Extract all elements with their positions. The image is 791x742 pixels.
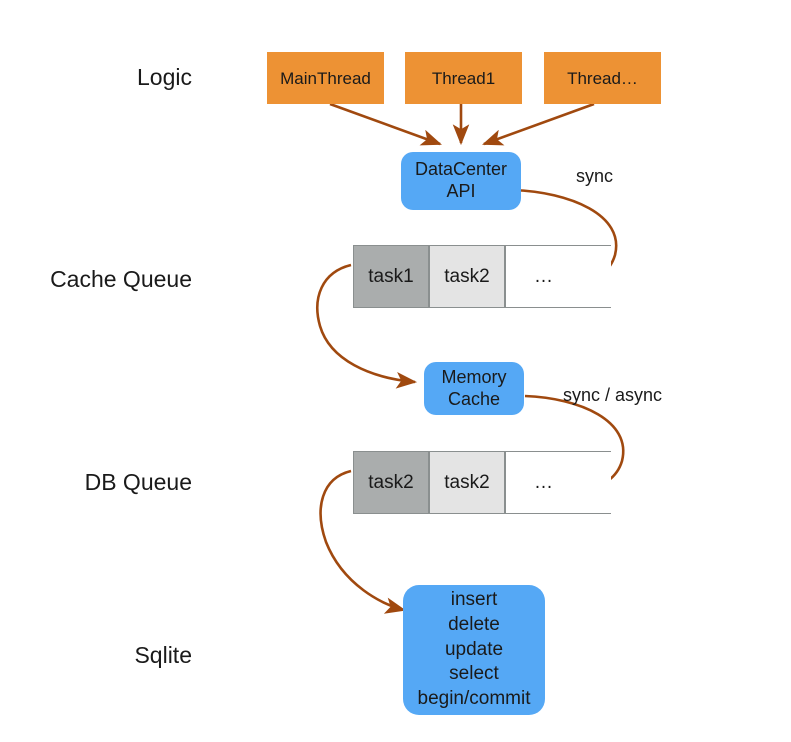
node-memory-cache[interactable]: Memory Cache [424,362,524,415]
cache-queue-cell-2[interactable]: task2 [429,245,505,308]
sqlite-operation-select: select [449,663,499,685]
db-queue: task2 task2 … [353,451,611,514]
node-sqlite[interactable]: insert delete update select begin/commit [403,585,545,715]
node-datacenter-api[interactable]: DataCenter API [401,152,521,210]
thread-box-thread-n[interactable]: Thread… [544,52,661,104]
sqlite-operation-delete: delete [448,613,500,635]
node-datacenter-api-line1: DataCenter [414,159,508,180]
sqlite-operation-begin-commit: begin/commit [417,688,531,710]
sqlite-operation-update: update [444,638,504,660]
node-memory-cache-line1: Memory [441,366,507,387]
architecture-diagram: Logic Cache Queue DB Queue Sqlite MainTh… [0,0,791,742]
thread-box-thread1[interactable]: Thread1 [405,52,522,104]
db-queue-tail [581,451,611,514]
edge-label-sync-async: sync / async [563,385,663,405]
sqlite-operation-insert: insert [450,589,498,611]
row-label-cache-queue: Cache Queue [50,266,192,292]
thread-box-mainthread[interactable]: MainThread [267,52,384,104]
node-datacenter-api-line2: API [446,181,476,201]
node-memory-cache-line2: Cache [447,388,501,409]
db-queue-cell-2[interactable]: task2 [429,451,505,514]
arrow-mainthread-to-datacenter [329,102,442,146]
arrow-threadn-to-datacenter [482,102,595,146]
db-queue-cell-1[interactable]: task2 [353,451,429,514]
edge-label-sync: sync [576,166,614,186]
arrow-layer [316,102,625,614]
row-label-db-queue: DB Queue [84,469,192,495]
cache-queue-cell-1[interactable]: task1 [353,245,429,308]
db-queue-cell-3[interactable]: … [505,451,581,514]
row-label-sqlite: Sqlite [134,642,192,668]
cache-queue-cell-3[interactable]: … [505,245,581,308]
cache-queue: task1 task2 … [353,245,611,308]
row-label-logic: Logic [137,64,192,90]
cache-queue-tail [581,245,611,308]
